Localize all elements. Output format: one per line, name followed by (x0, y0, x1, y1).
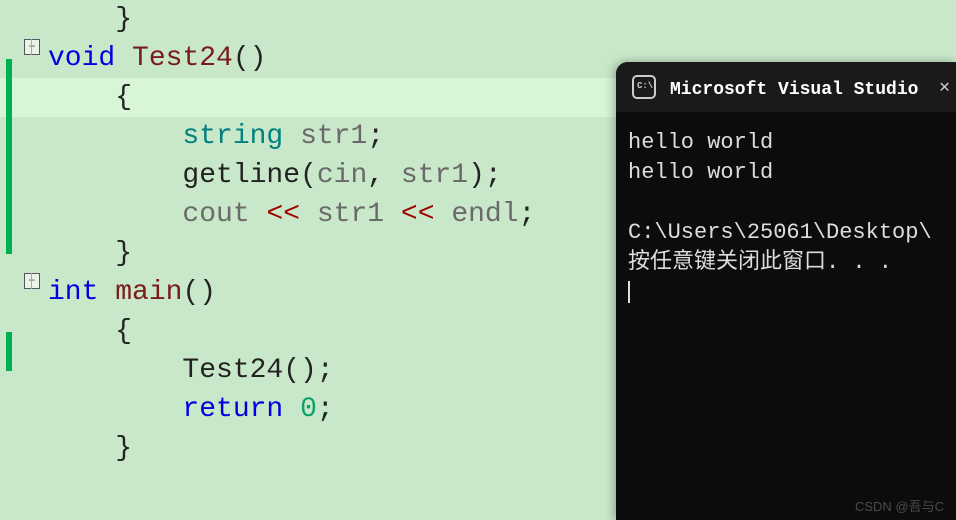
watermark: CSDN @吾与C (855, 496, 944, 515)
terminal-window: Microsoft Visual Studio 调试 ✕ hello world… (616, 62, 956, 520)
fold-toggle-icon[interactable]: − (24, 39, 40, 55)
change-indicator (6, 59, 12, 98)
code-line[interactable]: } (0, 0, 956, 39)
code-content[interactable]: } (48, 0, 132, 39)
code-content[interactable]: { (48, 312, 132, 351)
gutter: − (0, 273, 48, 289)
code-content[interactable]: { (48, 78, 132, 117)
terminal-cursor (628, 281, 630, 303)
terminal-titlebar[interactable]: Microsoft Visual Studio 调试 ✕ (616, 62, 956, 112)
terminal-output[interactable]: hello world hello world C:\Users\25061\D… (616, 112, 956, 324)
code-content[interactable]: Test24(); (48, 351, 334, 390)
change-indicator (6, 137, 12, 176)
code-content[interactable]: void Test24() (48, 39, 266, 78)
code-content[interactable]: return 0; (48, 390, 334, 429)
change-indicator (6, 176, 12, 215)
code-content[interactable]: } (48, 234, 132, 273)
code-content[interactable]: getline(cin, str1); (48, 156, 502, 195)
code-content[interactable]: int main() (48, 273, 216, 312)
change-indicator (6, 98, 12, 137)
code-content[interactable]: cout << str1 << endl; (48, 195, 535, 234)
code-content[interactable]: string str1; (48, 117, 384, 156)
gutter: − (0, 39, 48, 55)
code-content[interactable]: } (48, 429, 132, 468)
change-indicator (6, 215, 12, 254)
terminal-icon (632, 75, 656, 99)
fold-toggle-icon[interactable]: − (24, 273, 40, 289)
close-icon[interactable]: ✕ (939, 76, 950, 98)
change-indicator (6, 332, 12, 371)
terminal-title: Microsoft Visual Studio 调试 (670, 74, 925, 100)
